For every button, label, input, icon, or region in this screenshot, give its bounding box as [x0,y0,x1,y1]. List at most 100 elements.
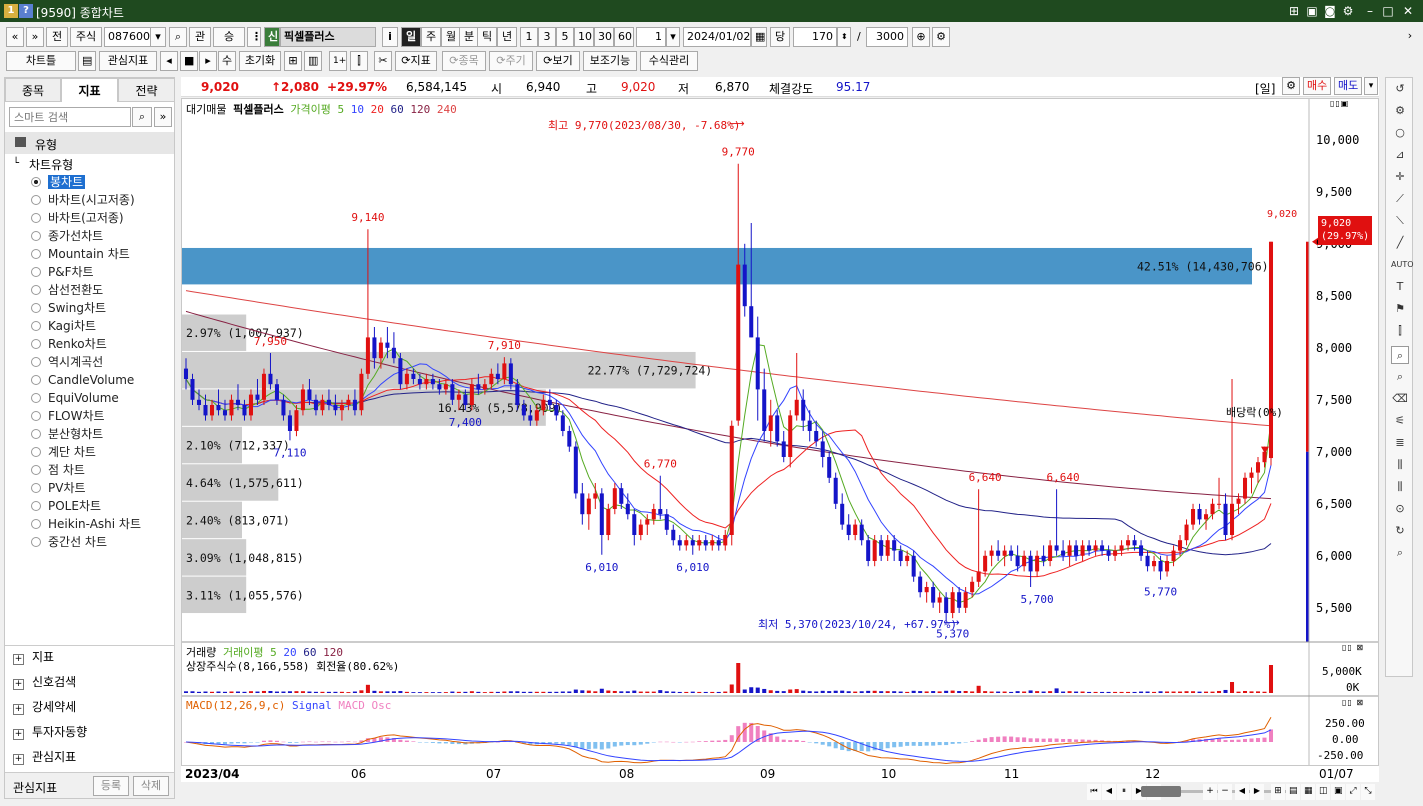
candle-tool-icon[interactable]: ⫿ [1391,322,1409,340]
indicator-button[interactable]: ⟳지표 [395,51,437,71]
period-month-button[interactable]: 월 [441,27,461,47]
table-view-icon[interactable]: ▦ [1301,784,1315,800]
dang-button[interactable]: 당 [770,27,790,47]
interval-3-button[interactable]: 3 [538,27,556,47]
app-icon[interactable]: 1 [4,4,18,18]
radio-icon[interactable] [31,429,41,439]
scroll-left-icon[interactable]: ◂ [160,51,178,71]
collapse-view-icon[interactable]: ⤡ [1361,784,1375,800]
legend-supply[interactable]: 대기매물 [186,103,226,116]
view-button[interactable]: ⟳보기 [536,51,580,71]
first-page-icon[interactable]: ⏮ [1087,784,1101,800]
search-icon[interactable]: ⌕ [132,107,152,127]
period-year-button[interactable]: 년 [497,27,517,47]
formula-manage-button[interactable]: 수식관리 [640,51,698,71]
stock-name-field[interactable]: 픽셀플러스 [280,27,376,47]
interval-30-button[interactable]: 30 [594,27,614,47]
radio-icon[interactable] [31,303,41,313]
ray-line-icon[interactable]: ⟍ [1391,212,1409,230]
zoom-in-icon[interactable]: + [1203,784,1217,800]
chart-type-option[interactable]: 바차트(시고저종) [31,192,135,209]
date-input[interactable]: 2024/01/02 [683,27,751,47]
interval-60-button[interactable]: 60 [614,27,634,47]
count-spinner-icon[interactable]: ⬍ [837,27,851,47]
zoom-in-icon[interactable]: ⊕ [912,27,930,47]
zoom-out-icon[interactable]: − [1218,784,1232,800]
minimize-icon[interactable]: – [1362,3,1378,19]
buy-button[interactable]: 매수 [1303,77,1331,95]
item-button[interactable]: ⟳종목 [442,51,486,71]
count-input[interactable]: 170 [793,27,837,47]
section-strength[interactable]: + 강세약세 [13,697,76,717]
scissors-icon[interactable]: ✂ [374,51,392,71]
section-indicator[interactable]: + 지표 [13,647,54,667]
legend-ma120[interactable]: 120 [410,103,430,116]
chart-settings-icon[interactable]: ⚙ [1282,77,1300,95]
max-count-input[interactable]: 3000 [866,27,908,47]
collapse-icon[interactable]: » [154,107,172,127]
aux-function-button[interactable]: 보조기능 [583,51,637,71]
watch-indicator-button[interactable]: 관심지표 [99,51,157,71]
help-icon[interactable]: ? [19,4,33,18]
chart-type-option[interactable]: P&F차트 [31,264,94,281]
nav-up-button[interactable]: » [26,27,44,47]
section-investor[interactable]: + 투자자동향 [13,722,87,742]
radio-icon[interactable] [31,465,41,475]
seung-select[interactable]: 승 [213,27,245,47]
settings-icon[interactable]: ⚙ [932,27,950,47]
close-icon[interactable]: ✕ [1400,3,1416,19]
tab-stock[interactable]: 종목 [5,78,61,102]
fibonacci-icon[interactable]: ≣ [1391,434,1409,452]
pane-controls-main[interactable]: ▯▯▣ [1330,99,1349,108]
trend-line-icon[interactable]: ⟋ [1391,190,1409,208]
chart-type-option[interactable]: 삼선전환도 [31,282,103,299]
radio-icon[interactable] [31,339,41,349]
expand-view-icon[interactable]: ⤢ [1346,784,1360,800]
fan-icon[interactable]: ⫼ [1391,478,1409,496]
type-group-header[interactable]: 유형 [5,132,174,154]
camera-icon[interactable]: ◙ [1322,3,1338,19]
reset-button[interactable]: 초기화 [239,51,281,71]
cycle-button[interactable]: ⟳주기 [489,51,533,71]
pause-icon[interactable]: ⏸ [1117,784,1131,800]
interval-10-button[interactable]: 10 [574,27,594,47]
register-button[interactable]: 등록 [93,776,129,796]
chart-type-option[interactable]: PV차트 [31,480,86,497]
chart-type-option[interactable]: 종가선차트 [31,228,103,245]
info-more-icon[interactable]: ▾ [1364,77,1378,95]
gwan-button[interactable]: 관 [189,27,211,47]
nav-first-button[interactable]: « [6,27,24,47]
radio-icon[interactable] [31,447,41,457]
chart-type-option[interactable]: 중간선 차트 [31,534,107,551]
radio-icon[interactable] [31,267,41,277]
text-icon[interactable]: T [1391,278,1409,296]
legend-ma240[interactable]: 240 [437,103,457,116]
radio-icon[interactable] [31,231,41,241]
radio-icon[interactable] [31,213,41,223]
chart-type-option[interactable]: 계단 차트 [31,444,96,461]
macd-signal[interactable]: Signal [292,699,332,712]
maximize-icon[interactable]: □ [1380,3,1396,19]
code-dropdown-icon[interactable]: ▾ [150,27,166,47]
interval-1-button[interactable]: 1 [520,27,538,47]
section-signal[interactable]: + 신호검색 [13,672,76,692]
one-plus-one-icon[interactable]: 1+1 [329,51,347,71]
radio-icon[interactable] [31,393,41,403]
smart-search-input[interactable] [9,107,131,127]
chart-tool-icon[interactable]: ⊿ [1391,146,1409,164]
zoom-icon[interactable]: ⌕ [1391,346,1409,364]
chart-type-option[interactable]: 분산형차트 [31,426,103,443]
settings-icon[interactable]: ⚙ [1391,102,1409,120]
chart-type-option[interactable]: CandleVolume [31,372,134,389]
macd-osc[interactable]: MACD Osc [338,699,391,712]
chart-type-option[interactable]: 바차트(고저종) [31,210,124,227]
eraser-icon[interactable]: ⌫ [1391,390,1409,408]
candle-icon[interactable]: ⫿ [350,51,368,71]
calendar-icon[interactable]: ▦ [751,27,767,47]
search-tool-icon[interactable]: ⌕ [1391,544,1409,562]
legend-ma10[interactable]: 10 [351,103,364,116]
chart-type-option[interactable]: Kagi차트 [31,318,96,335]
legend-stock[interactable]: 픽셀플러스 [233,103,284,116]
chart-type-subgroup[interactable]: 차트유형 [29,156,73,173]
parallel-icon[interactable]: ⫼ [1391,456,1409,474]
